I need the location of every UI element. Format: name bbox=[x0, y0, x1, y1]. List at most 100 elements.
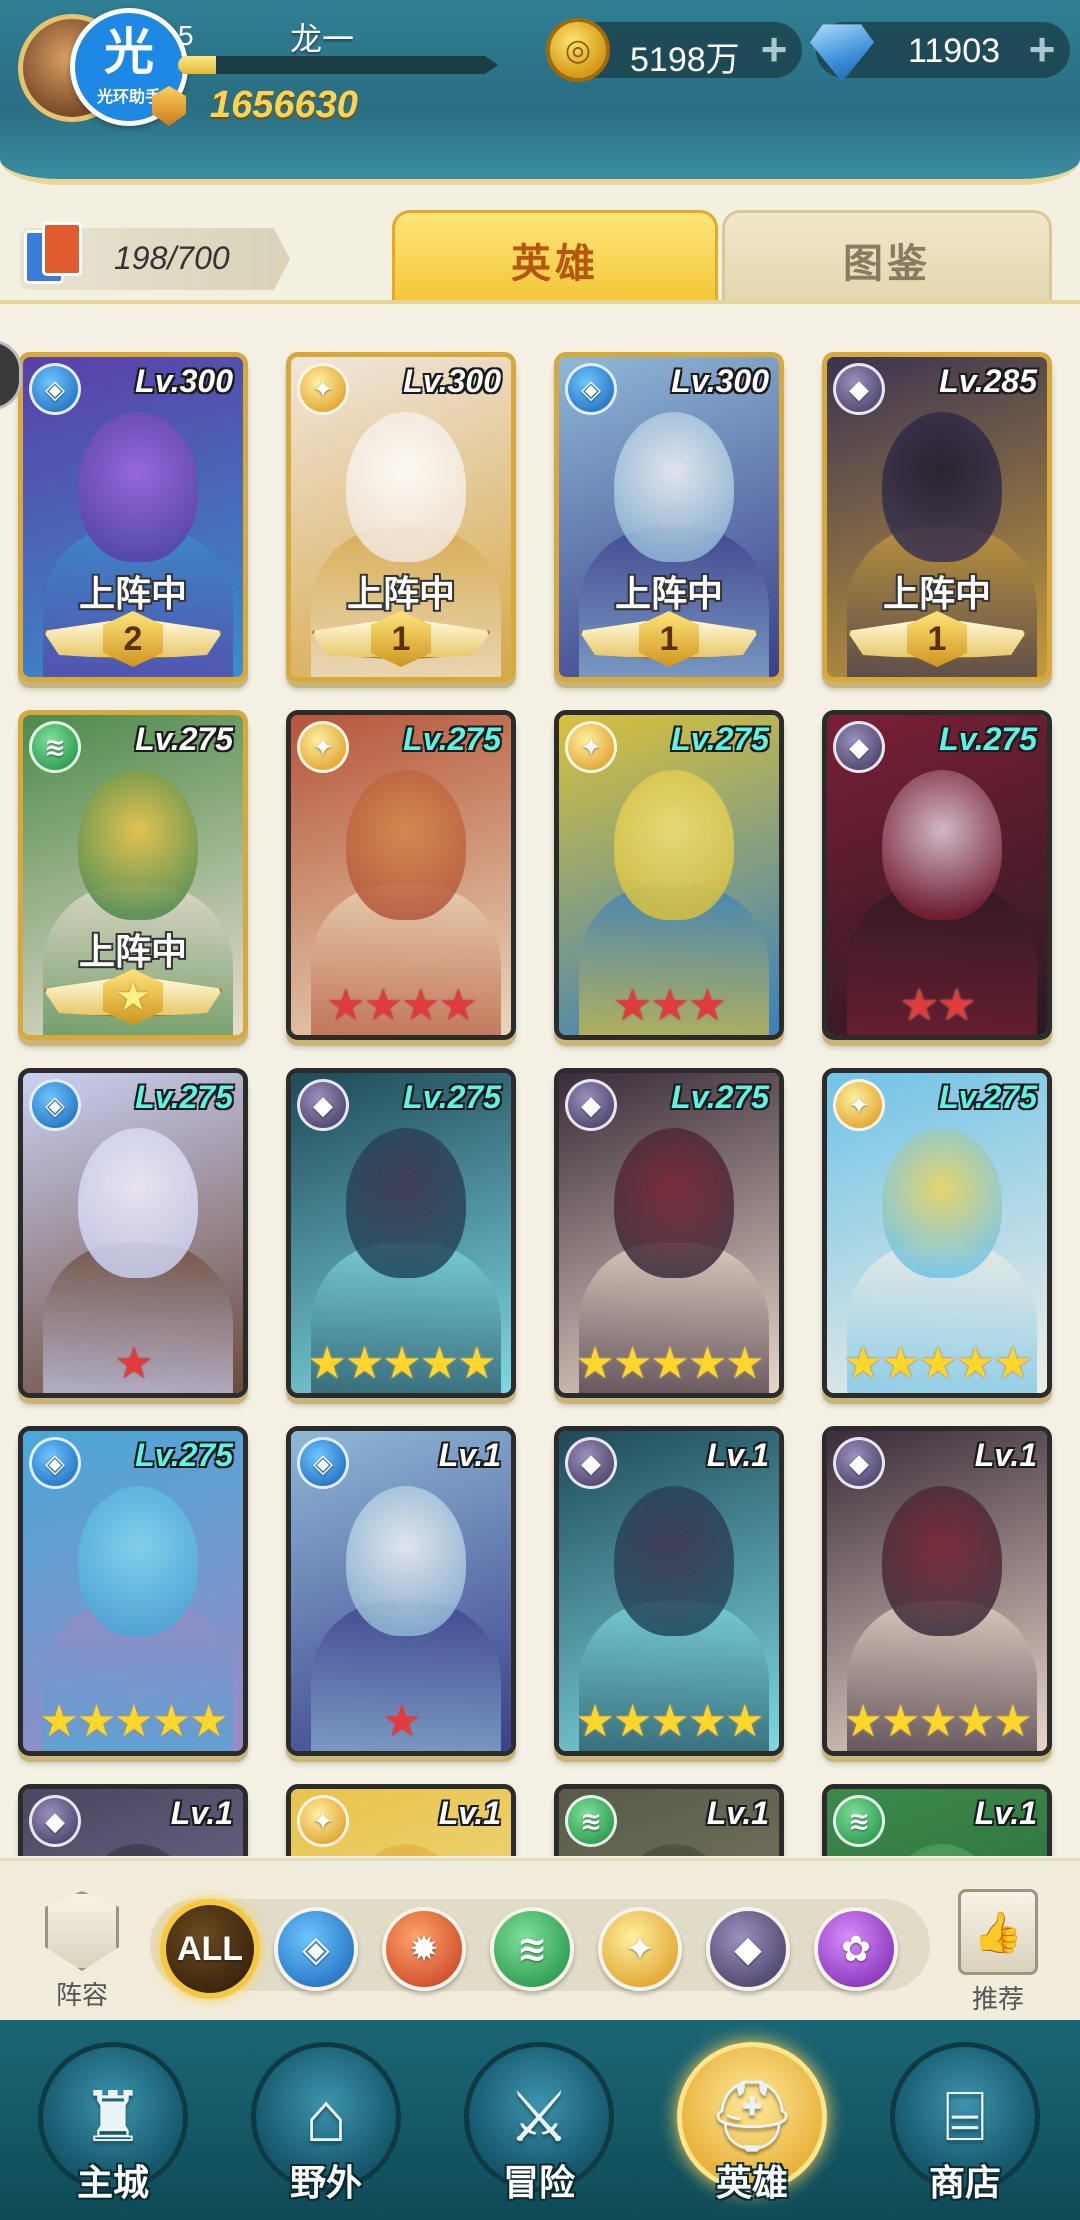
hero-card[interactable]: ◆ Lv.1 bbox=[18, 1784, 248, 1856]
star-rating: ★★★★★ bbox=[827, 1339, 1047, 1389]
wind-faction-icon: ≋ bbox=[565, 1795, 617, 1847]
star-rating: ★★★★ bbox=[291, 981, 511, 1031]
hero-level: Lv.1 bbox=[706, 1437, 769, 1473]
nav-item[interactable]: ♜ 主城 bbox=[28, 2042, 198, 2220]
dark-faction-icon: ◆ bbox=[565, 1437, 617, 1489]
filter-water-button[interactable]: ◈ bbox=[274, 1907, 358, 1991]
nav-label: 英雄 bbox=[715, 2162, 788, 2203]
hero-level: Lv.275 bbox=[403, 721, 501, 757]
dark-faction-icon: ◆ bbox=[833, 1437, 885, 1489]
hero-card[interactable]: ◆ Lv.285 上阵中 1 bbox=[822, 352, 1052, 682]
gold-value: 5198万 bbox=[630, 41, 740, 79]
hero-card[interactable]: ◈ Lv.1 ★ bbox=[286, 1426, 516, 1756]
star-icon: ★ bbox=[114, 1339, 153, 1388]
star-icon: ★ bbox=[151, 1697, 191, 1746]
tabs-row: 198/700 英雄 图鉴 bbox=[0, 200, 1080, 318]
light-faction-icon: ✦ bbox=[297, 721, 349, 773]
exp-bar-fill bbox=[178, 56, 217, 74]
fire-faction-icon: ✹ bbox=[408, 1928, 440, 1969]
hero-card[interactable]: ◆ Lv.275 ★★★★★ bbox=[286, 1068, 516, 1398]
nav-item[interactable]: ⌂ 野外 bbox=[241, 2042, 411, 2220]
filter-fire-button[interactable]: ✹ bbox=[382, 1907, 466, 1991]
deployed-label: 上阵中 bbox=[614, 573, 723, 614]
deployed-label: 上阵中 bbox=[78, 931, 187, 972]
hero-count-text: 198/700 bbox=[114, 240, 230, 276]
exp-bar bbox=[178, 56, 498, 74]
star-icon: ★ bbox=[880, 1339, 920, 1388]
hero-level: Lv.1 bbox=[438, 1795, 501, 1831]
water-faction-icon: ◈ bbox=[29, 363, 81, 415]
hero-level: Lv.1 bbox=[706, 1795, 769, 1831]
deployed-label: 上阵中 bbox=[78, 573, 187, 614]
dark-faction-icon: ◆ bbox=[833, 721, 885, 773]
hero-card[interactable]: ✦ Lv.300 上阵中 1 bbox=[286, 352, 516, 682]
hero-level: Lv.1 bbox=[974, 1437, 1037, 1473]
star-icon: ★ bbox=[612, 1339, 652, 1388]
wind-faction-icon: ≋ bbox=[29, 721, 81, 773]
nav-item[interactable]: ⛑ 英雄 bbox=[667, 2042, 837, 2220]
star-icon: ★ bbox=[650, 1697, 689, 1746]
helper-badge-glyph: 光 bbox=[104, 24, 154, 80]
hero-level: Lv.300 bbox=[671, 363, 769, 399]
star-icon: ★ bbox=[687, 1697, 727, 1746]
filter-dark-button[interactable]: ◆ bbox=[706, 1907, 790, 1991]
lineup-label: 阵容 bbox=[55, 1980, 108, 2010]
nav-item[interactable]: ⌸ 商店 bbox=[880, 2042, 1050, 2220]
light-faction-icon: ✦ bbox=[297, 363, 349, 415]
filter-arcane-button[interactable]: ✿ bbox=[814, 1907, 898, 1991]
hero-card[interactable]: ◆ Lv.275 ★★ bbox=[822, 710, 1052, 1040]
hero-card[interactable]: ✦ Lv.1 bbox=[286, 1784, 516, 1856]
recommend-label: 推荐 bbox=[971, 1984, 1024, 2014]
hero-card[interactable]: ≋ Lv.1 bbox=[554, 1784, 784, 1856]
recommend-button[interactable]: 👍 推荐 bbox=[946, 1889, 1050, 2014]
helmet-icon: ⛑ bbox=[707, 2077, 797, 2155]
hero-card[interactable]: ✦ Lv.275 ★★★★★ bbox=[822, 1068, 1052, 1398]
lineup-button[interactable]: 阵容 bbox=[30, 1891, 134, 2011]
star-icon: ★ bbox=[725, 1339, 764, 1388]
rank-badge: 1 bbox=[639, 611, 699, 667]
star-icon: ★ bbox=[687, 981, 727, 1030]
tab-heroes[interactable]: 英雄 bbox=[392, 210, 718, 318]
hero-card[interactable]: ◆ Lv.1 ★★★★★ bbox=[822, 1426, 1052, 1756]
rank-wings: 2 bbox=[43, 611, 223, 667]
hero-card[interactable]: ◆ Lv.1 ★★★★★ bbox=[554, 1426, 784, 1756]
star-icon: ★ bbox=[76, 1697, 116, 1746]
hero-card[interactable]: ✦ Lv.275 ★★★ bbox=[554, 710, 784, 1040]
gold-coin-icon: ◎ bbox=[546, 18, 610, 82]
star-icon: ★ bbox=[189, 1697, 228, 1746]
nav-label: 冒险 bbox=[502, 2162, 575, 2203]
combat-power-value: 1656630 bbox=[210, 84, 358, 126]
water-faction-icon: ◈ bbox=[565, 363, 617, 415]
hero-card[interactable]: ◈ Lv.300 上阵中 2 bbox=[18, 352, 248, 682]
star-icon: ★ bbox=[382, 1339, 421, 1388]
light-faction-icon: ✦ bbox=[833, 1079, 885, 1131]
nav-label: 主城 bbox=[76, 2162, 149, 2203]
hero-card[interactable]: ◈ Lv.275 ★ bbox=[18, 1068, 248, 1398]
filter-light-button[interactable]: ✦ bbox=[598, 1907, 682, 1991]
diamond-icon bbox=[810, 24, 874, 82]
tab-codex[interactable]: 图鉴 bbox=[722, 210, 1052, 306]
filter-all-button[interactable]: ALL bbox=[160, 1899, 260, 1999]
hero-card[interactable]: ◈ Lv.300 上阵中 1 bbox=[554, 352, 784, 682]
star-rating: ★ bbox=[291, 1697, 511, 1747]
wind-faction-icon: ≋ bbox=[833, 1795, 885, 1847]
rank-badge: ★ bbox=[103, 969, 163, 1025]
hero-card[interactable]: ◈ Lv.275 ★★★★★ bbox=[18, 1426, 248, 1756]
add-gold-button[interactable]: + bbox=[752, 26, 796, 72]
hero-card[interactable]: ≋ Lv.1 bbox=[822, 1784, 1052, 1856]
hero-card[interactable]: ≋ Lv.275 上阵中 ★ bbox=[18, 710, 248, 1040]
hero-card[interactable]: ◆ Lv.275 ★★★★★ bbox=[554, 1068, 784, 1398]
star-rating: ★★★★★ bbox=[827, 1697, 1047, 1747]
light-faction-icon: ✦ bbox=[624, 1928, 656, 1969]
water-faction-icon: ◈ bbox=[297, 1437, 349, 1489]
filter-wind-button[interactable]: ≋ bbox=[490, 1907, 574, 1991]
deployed-label: 上阵中 bbox=[882, 573, 991, 614]
add-diamond-button[interactable]: + bbox=[1020, 26, 1064, 72]
rank-wings: 1 bbox=[311, 611, 491, 667]
arcane-faction-icon: ✿ bbox=[840, 1928, 872, 1969]
dark-faction-icon: ◆ bbox=[565, 1079, 617, 1131]
rank-badge: 1 bbox=[371, 611, 431, 667]
star-icon: ★ bbox=[363, 981, 403, 1030]
hero-card[interactable]: ✦ Lv.275 ★★★★ bbox=[286, 710, 516, 1040]
nav-item[interactable]: ⚔ 冒险 bbox=[454, 2042, 624, 2220]
